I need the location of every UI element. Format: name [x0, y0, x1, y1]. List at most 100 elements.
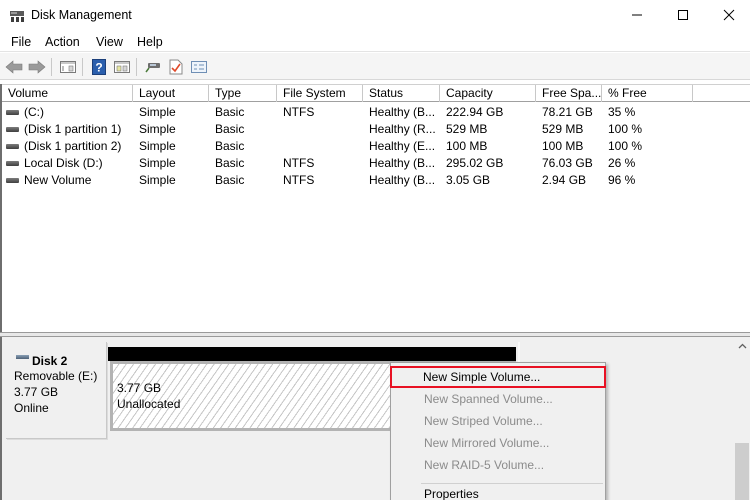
- cell-capacity: 100 MB: [446, 139, 488, 153]
- cell-free-space: 2.94 GB: [542, 173, 587, 187]
- disk-name: Disk 2: [32, 354, 68, 368]
- table-row[interactable]: (C:) Simple Basic NTFS Healthy (B... 222…: [2, 104, 750, 121]
- cell-capacity: 529 MB: [446, 122, 488, 136]
- cell-volume: (Disk 1 partition 1): [24, 122, 122, 136]
- connect-button[interactable]: [143, 57, 163, 77]
- cell-status: Healthy (B...: [369, 156, 436, 170]
- back-button[interactable]: [4, 57, 24, 77]
- column-header-percent-free[interactable]: % Free: [602, 85, 693, 102]
- cell-layout: Simple: [139, 105, 176, 119]
- menu-action[interactable]: Action: [45, 35, 80, 49]
- disk-management-app-icon: [10, 11, 24, 22]
- cell-layout: Simple: [139, 173, 176, 187]
- settings-list-button[interactable]: [189, 57, 209, 77]
- disk-view-scrollbar[interactable]: [734, 337, 750, 500]
- maximize-button[interactable]: [660, 0, 706, 30]
- cell-file-system: NTFS: [283, 105, 315, 119]
- checklist-button[interactable]: [166, 57, 186, 77]
- checklist-icon: [169, 59, 183, 75]
- menu-item-properties[interactable]: Properties: [391, 483, 605, 500]
- cell-percent-free: 100 %: [608, 122, 643, 136]
- column-header-volume[interactable]: Volume: [2, 85, 133, 102]
- table-row[interactable]: New Volume Simple Basic NTFS Healthy (B.…: [2, 172, 750, 189]
- cell-status: Healthy (E...: [369, 139, 436, 153]
- cell-volume: New Volume: [24, 173, 92, 187]
- cell-type: Basic: [215, 139, 245, 153]
- show-hide-action-pane-button[interactable]: [112, 57, 132, 77]
- menu-file[interactable]: File: [11, 35, 31, 49]
- volume-list: Volume Layout Type File System Status Ca…: [0, 84, 750, 332]
- volume-icon: [6, 178, 19, 183]
- table-row[interactable]: (Disk 1 partition 2) Simple Basic Health…: [2, 138, 750, 155]
- forward-button[interactable]: [27, 57, 47, 77]
- toolbar-separator: [136, 58, 137, 76]
- toolbar-separator: [51, 58, 52, 76]
- cell-volume: (C:): [24, 105, 44, 119]
- volume-icon: [6, 110, 19, 115]
- menu-item-new-simple-volume[interactable]: New Simple Volume...: [390, 366, 606, 388]
- cell-free-space: 529 MB: [542, 122, 584, 136]
- minimize-button[interactable]: [614, 0, 660, 30]
- volume-icon: [6, 127, 19, 132]
- table-row[interactable]: (Disk 1 partition 1) Simple Basic Health…: [2, 121, 750, 138]
- connect-icon: [145, 63, 160, 73]
- column-header-status[interactable]: Status: [363, 85, 440, 102]
- cell-status: Healthy (B...: [369, 105, 436, 119]
- cell-type: Basic: [215, 173, 245, 187]
- disk-graphical-view: Disk 2 Removable (E:) 3.77 GB Online 3.7…: [0, 337, 750, 500]
- cell-type: Basic: [215, 105, 245, 119]
- disk-info-panel[interactable]: Disk 2 Removable (E:) 3.77 GB Online: [6, 342, 107, 439]
- svg-text:?: ?: [95, 61, 102, 75]
- show-hide-console-tree-icon: [60, 61, 76, 73]
- cell-percent-free: 96 %: [608, 173, 636, 187]
- menu-item-new-raid5-volume[interactable]: New RAID-5 Volume...: [391, 454, 605, 476]
- cell-type: Basic: [215, 122, 245, 136]
- cell-layout: Simple: [139, 156, 176, 170]
- menu-item-new-mirrored-volume[interactable]: New Mirrored Volume...: [391, 432, 605, 454]
- column-header-capacity[interactable]: Capacity: [440, 85, 536, 102]
- close-icon: [723, 9, 735, 21]
- volume-icon: [6, 161, 19, 166]
- show-hide-tree-button[interactable]: [58, 57, 78, 77]
- column-header-free-space[interactable]: Free Spa...: [536, 85, 602, 102]
- minimize-icon: [632, 14, 642, 16]
- menu-help[interactable]: Help: [137, 35, 163, 49]
- chevron-up-icon: [738, 343, 746, 348]
- context-menu: New Simple Volume... New Spanned Volume.…: [390, 362, 606, 500]
- cell-file-system: NTFS: [283, 173, 315, 187]
- menu-bar: File Action View Help: [0, 32, 750, 52]
- column-header-layout[interactable]: Layout: [133, 85, 209, 102]
- properties-pane-icon: [114, 61, 130, 73]
- cell-free-space: 76.03 GB: [542, 156, 593, 170]
- cell-layout: Simple: [139, 139, 176, 153]
- cell-capacity: 222.94 GB: [446, 105, 504, 119]
- scroll-thumb[interactable]: [735, 443, 749, 500]
- help-icon: ?: [92, 59, 106, 75]
- help-button[interactable]: ?: [89, 57, 109, 77]
- partition-size: 3.77 GB: [117, 381, 162, 395]
- back-arrow-icon: [5, 60, 23, 74]
- scroll-up-button[interactable]: [734, 337, 750, 354]
- cell-volume: Local Disk (D:): [24, 156, 103, 170]
- title-bar: Disk Management: [0, 0, 750, 32]
- cell-percent-free: 26 %: [608, 156, 636, 170]
- toolbar-separator: [82, 58, 83, 76]
- forward-arrow-icon: [28, 60, 46, 74]
- column-header-file-system[interactable]: File System: [277, 85, 363, 102]
- table-row[interactable]: Local Disk (D:) Simple Basic NTFS Health…: [2, 155, 750, 172]
- cell-percent-free: 100 %: [608, 139, 643, 153]
- cell-free-space: 100 MB: [542, 139, 584, 153]
- close-button[interactable]: [706, 0, 750, 30]
- cell-file-system: NTFS: [283, 156, 315, 170]
- cell-free-space: 78.21 GB: [542, 105, 593, 119]
- disk-icon: [16, 355, 29, 359]
- column-header-type[interactable]: Type: [209, 85, 277, 102]
- disk-size: 3.77 GB: [14, 385, 59, 399]
- cell-type: Basic: [215, 156, 245, 170]
- menu-item-new-spanned-volume[interactable]: New Spanned Volume...: [391, 388, 605, 410]
- toolbar: ?: [0, 53, 750, 80]
- disk-state: Online: [14, 401, 49, 415]
- column-header-empty: [693, 85, 750, 102]
- menu-view[interactable]: View: [96, 35, 123, 49]
- menu-item-new-striped-volume[interactable]: New Striped Volume...: [391, 410, 605, 432]
